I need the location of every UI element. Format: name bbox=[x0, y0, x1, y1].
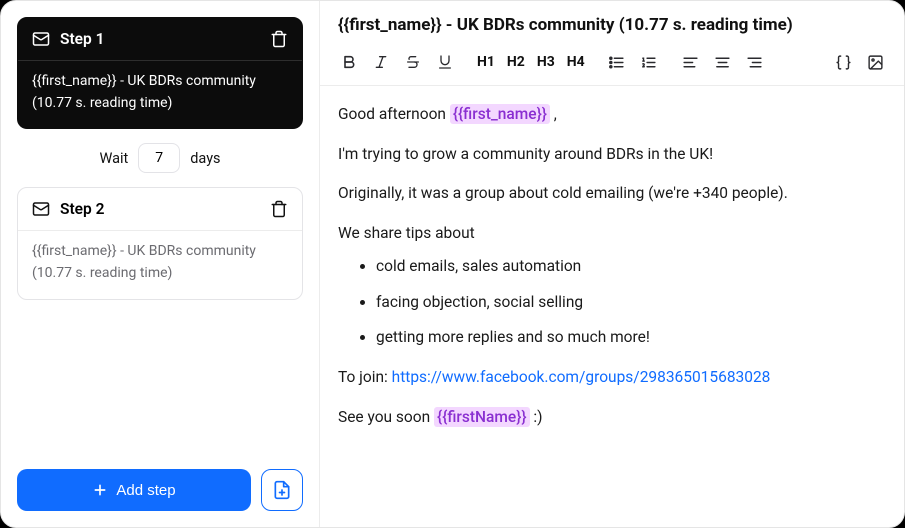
step-header: Step 1 bbox=[18, 18, 302, 61]
insert-group bbox=[832, 51, 886, 73]
merge-tag-first-name[interactable]: {{first_name}} bbox=[450, 104, 550, 124]
wait-row: Wait days bbox=[17, 143, 303, 173]
wait-prefix: Wait bbox=[99, 150, 128, 167]
greeting-text: Good afternoon bbox=[338, 105, 450, 123]
join-link[interactable]: https://www.facebook.com/groups/29836501… bbox=[392, 368, 771, 386]
body-p2: Originally, it was a group about cold em… bbox=[338, 181, 886, 207]
plus-icon bbox=[92, 482, 108, 498]
h4-button[interactable]: H4 bbox=[566, 54, 586, 70]
h2-button[interactable]: H2 bbox=[506, 54, 526, 70]
body-bullets: cold emails, sales automation facing obj… bbox=[338, 254, 886, 351]
mail-icon bbox=[32, 30, 50, 48]
bold-button[interactable] bbox=[338, 51, 360, 73]
steps-sidebar: Step 1 {{first_name}} - UK BDRs communit… bbox=[1, 1, 319, 527]
strikethrough-button[interactable] bbox=[402, 51, 424, 73]
email-body[interactable]: Good afternoon {{first_name}} , I'm tryi… bbox=[320, 86, 904, 460]
subject-line[interactable]: {{first_name}} - UK BDRs community (10.7… bbox=[320, 1, 904, 47]
step-subject-preview: {{first_name}} - UK BDRs community (10.7… bbox=[18, 231, 302, 298]
list-item: facing objection, social selling bbox=[376, 290, 886, 316]
sidebar-actions: Add step bbox=[17, 463, 303, 511]
variable-button[interactable] bbox=[832, 51, 854, 73]
align-right-button[interactable] bbox=[744, 51, 766, 73]
italic-button[interactable] bbox=[370, 51, 392, 73]
align-center-button[interactable] bbox=[712, 51, 734, 73]
image-button[interactable] bbox=[864, 51, 886, 73]
closing-post: :) bbox=[530, 408, 543, 426]
body-p1: I'm trying to grow a community around BD… bbox=[338, 142, 886, 168]
h1-button[interactable]: H1 bbox=[476, 54, 496, 70]
bullet-list-button[interactable] bbox=[606, 51, 628, 73]
add-step-button[interactable]: Add step bbox=[17, 469, 251, 511]
h3-button[interactable]: H3 bbox=[536, 54, 556, 70]
add-step-label: Add step bbox=[116, 482, 175, 499]
join-pre: To join: bbox=[338, 368, 392, 386]
file-plus-icon bbox=[272, 480, 292, 500]
ordered-list-button[interactable] bbox=[638, 51, 660, 73]
step-card-2[interactable]: Step 2 {{first_name}} - UK BDRs communit… bbox=[17, 187, 303, 299]
wait-days-input[interactable] bbox=[138, 143, 180, 173]
list-item: getting more replies and so much more! bbox=[376, 325, 886, 351]
align-group bbox=[680, 51, 766, 73]
merge-tag-firstname[interactable]: {{firstName}} bbox=[434, 407, 530, 427]
body-p3: We share tips about bbox=[338, 221, 886, 247]
app-window: Step 1 {{first_name}} - UK BDRs communit… bbox=[0, 0, 905, 528]
editor-toolbar: H1 H2 H3 H4 bbox=[320, 47, 904, 86]
list-item: cold emails, sales automation bbox=[376, 254, 886, 280]
step-subject-preview: {{first_name}} - UK BDRs community (10.7… bbox=[18, 61, 302, 128]
trash-icon[interactable] bbox=[270, 30, 288, 48]
mail-icon bbox=[32, 200, 50, 218]
step-card-1[interactable]: Step 1 {{first_name}} - UK BDRs communit… bbox=[17, 17, 303, 129]
wait-suffix: days bbox=[190, 150, 220, 167]
step-title: Step 2 bbox=[60, 200, 104, 218]
greeting-post: , bbox=[550, 105, 557, 123]
underline-button[interactable] bbox=[434, 51, 456, 73]
closing-pre: See you soon bbox=[338, 408, 434, 426]
heading-group: H1 H2 H3 H4 bbox=[476, 54, 586, 70]
step-header: Step 2 bbox=[18, 188, 302, 231]
align-left-button[interactable] bbox=[680, 51, 702, 73]
list-group bbox=[606, 51, 660, 73]
import-template-button[interactable] bbox=[261, 469, 303, 511]
format-group bbox=[338, 51, 456, 73]
trash-icon[interactable] bbox=[270, 200, 288, 218]
email-editor: {{first_name}} - UK BDRs community (10.7… bbox=[319, 1, 904, 527]
step-title: Step 1 bbox=[60, 30, 104, 48]
